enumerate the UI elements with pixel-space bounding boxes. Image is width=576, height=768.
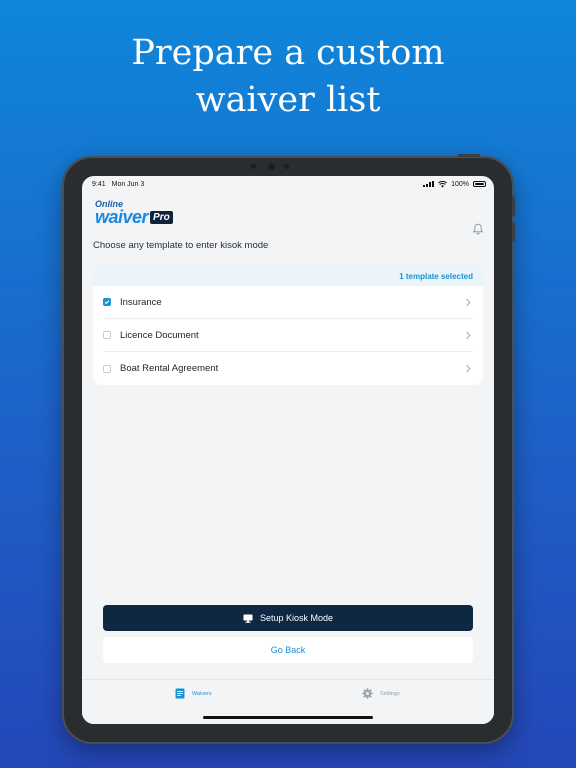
volume-button [512, 222, 515, 242]
monitor-icon [243, 614, 253, 623]
wifi-icon [438, 180, 448, 188]
tab-settings-label: Settings [380, 690, 400, 697]
tab-waivers-label: Waivers [192, 690, 212, 697]
go-back-button[interactable]: Go Back [103, 637, 473, 663]
signal-icon [423, 181, 435, 187]
volume-button [512, 196, 515, 216]
checkbox-icon[interactable] [103, 331, 111, 339]
chevron-right-icon [466, 331, 471, 340]
front-sensor [251, 164, 256, 169]
go-back-label: Go Back [270, 645, 306, 655]
template-label: Licence Document [120, 329, 199, 341]
bell-icon[interactable] [472, 223, 484, 235]
setup-kiosk-label: Setup Kiosk Mode [259, 613, 334, 623]
waivers-tab-icon [175, 688, 185, 699]
battery-icon [473, 181, 486, 187]
chevron-right-icon [466, 364, 471, 373]
selection-count: 1 template selected [399, 271, 473, 281]
template-list: Insurance Licence Document Boat Rental A… [93, 286, 483, 385]
ipad-frame: 9:41 Mon Jun 3 100% Online waiver Pro Ch… [62, 154, 515, 744]
headline-line-1: Prepare a custom [131, 33, 445, 73]
selection-count-bar: 1 template selected [93, 266, 483, 286]
checkbox-icon[interactable] [103, 364, 111, 373]
front-camera [268, 163, 275, 170]
template-row-licence-document[interactable]: Licence Document [103, 319, 473, 352]
chevron-right-icon [466, 298, 471, 307]
marketing-headline: Prepare a custom waiver list [0, 30, 576, 124]
checkbox-icon[interactable] [103, 298, 111, 306]
template-row-insurance[interactable]: Insurance [103, 286, 473, 319]
top-button [458, 154, 480, 157]
template-label: Insurance [120, 296, 162, 308]
status-date: Mon Jun 3 [111, 180, 145, 188]
template-row-boat-rental-agreement[interactable]: Boat Rental Agreement [103, 352, 473, 385]
home-indicator[interactable] [203, 716, 373, 719]
logo-waiver-text: waiver [95, 207, 149, 227]
device-screen: 9:41 Mon Jun 3 100% Online waiver Pro Ch… [82, 176, 494, 724]
front-sensor [284, 164, 289, 169]
logo-pro-badge: Pro [150, 210, 173, 224]
status-time: 9:41 [92, 180, 106, 188]
setup-kiosk-mode-button[interactable]: Setup Kiosk Mode [103, 605, 473, 631]
instruction-text: Choose any template to enter kisok mode [93, 240, 269, 251]
tab-settings[interactable]: Settings [362, 688, 400, 699]
app-logo: Online waiver Pro [95, 200, 173, 226]
app-header: Online waiver Pro [82, 191, 494, 235]
battery-percent: 100% [451, 180, 469, 188]
tab-waivers[interactable]: Waivers [175, 688, 212, 699]
template-label: Boat Rental Agreement [120, 363, 219, 374]
template-panel: 1 template selected Insurance Licence Do… [93, 266, 483, 385]
status-bar: 9:41 Mon Jun 3 100% [82, 177, 494, 191]
headline-line-2: waiver list [195, 80, 381, 120]
gear-icon [362, 688, 373, 699]
